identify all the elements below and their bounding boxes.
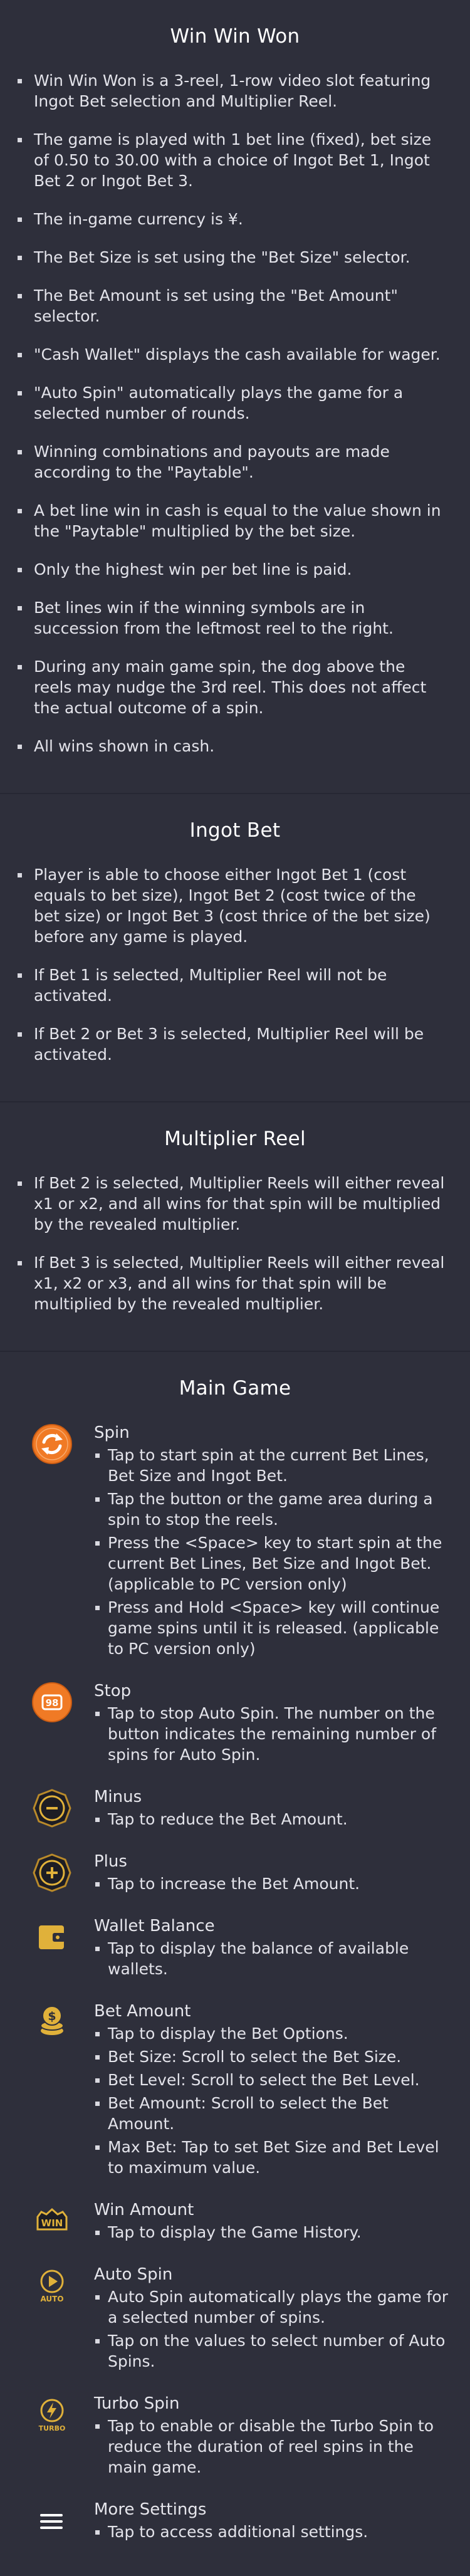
section-title: Multiplier Reel bbox=[164, 1128, 306, 1150]
auto-label: AUTO bbox=[40, 2295, 63, 2303]
rule-item: Win Win Won is a 3-reel, 1-row video slo… bbox=[18, 70, 445, 112]
section-multiplier-reel: Multiplier Reel If Bet 2 is selected, Mu… bbox=[0, 1102, 470, 1352]
control-name: Auto Spin bbox=[94, 2265, 173, 2284]
control-auto-spin: AUTO Auto Spin Auto Spin automatically p… bbox=[0, 2264, 470, 2374]
rule-item: A bet line win in cash is equal to the v… bbox=[18, 500, 445, 542]
rule-item: "Auto Spin" automatically plays the game… bbox=[18, 382, 445, 424]
control-desc: Press the <Space> key to start spin at t… bbox=[95, 1532, 451, 1594]
rules-list: Player is able to choose either Ingot Be… bbox=[0, 864, 470, 1065]
rule-item: During any main game spin, the dog above… bbox=[18, 656, 445, 718]
control-desc: Tap to display the Game History. bbox=[95, 2222, 451, 2243]
svg-text:$: $ bbox=[48, 2009, 56, 2023]
control-desc: Tap the button or the game area during a… bbox=[95, 1489, 451, 1530]
control-stop: 98 Stop Tap to stop Auto Spin. The numbe… bbox=[0, 1680, 470, 1767]
control-desc: Bet Level: Scroll to select the Bet Leve… bbox=[95, 2070, 451, 2090]
control-desc: Tap to display the Bet Options. bbox=[95, 2023, 451, 2044]
control-desc: Tap to stop Auto Spin. The number on the… bbox=[95, 1703, 451, 1765]
rule-item: The Bet Amount is set using the "Bet Amo… bbox=[18, 285, 445, 327]
turbo-icon: TURBO bbox=[31, 2393, 81, 2480]
control-desc: Tap to increase the Bet Amount. bbox=[95, 1873, 451, 1894]
section-ingot-bet: Ingot Bet Player is able to choose eithe… bbox=[0, 794, 470, 1102]
control-name: Plus bbox=[94, 1852, 127, 1871]
control-desc: Bet Amount: Scroll to select the Bet Amo… bbox=[95, 2093, 451, 2134]
control-name: More Settings bbox=[94, 2500, 207, 2519]
control-desc: Bet Size: Scroll to select the Bet Size. bbox=[95, 2046, 451, 2067]
rule-item: The game is played with 1 bet line (fixe… bbox=[18, 129, 445, 191]
section-main-game: Main Game Spin Tap to start spin at the … bbox=[0, 1352, 470, 2576]
rule-item: Only the highest win per bet line is pai… bbox=[18, 559, 445, 580]
control-name: Turbo Spin bbox=[94, 2394, 180, 2413]
control-desc: Tap to display the balance of available … bbox=[95, 1938, 451, 1979]
turbo-label: TURBO bbox=[39, 2424, 66, 2432]
rules-list: If Bet 2 is selected, Multiplier Reels w… bbox=[0, 1173, 470, 1314]
minus-icon bbox=[31, 1786, 81, 1832]
section-title: Main Game bbox=[179, 1377, 291, 1400]
section-win-win-won: Win Win Won Win Win Won is a 3-reel, 1-r… bbox=[0, 0, 470, 794]
control-desc: Max Bet: Tap to set Bet Size and Bet Lev… bbox=[95, 2137, 451, 2178]
control-desc: Tap to access additional settings. bbox=[95, 2521, 451, 2542]
control-name: Win Amount bbox=[94, 2201, 194, 2219]
control-desc: Auto Spin automatically plays the game f… bbox=[95, 2286, 451, 2328]
control-minus: Minus Tap to reduce the Bet Amount. bbox=[0, 1786, 470, 1832]
control-bet-amount: $ Bet Amount Tap to display the Bet Opti… bbox=[0, 2001, 470, 2181]
control-desc: Tap to start spin at the current Bet Lin… bbox=[95, 1445, 451, 1486]
control-turbo-spin: TURBO Turbo Spin Tap to enable or disabl… bbox=[0, 2393, 470, 2480]
spin-icon bbox=[31, 1422, 81, 1662]
stop-icon: 98 bbox=[31, 1680, 81, 1767]
rule-item: Player is able to choose either Ingot Be… bbox=[18, 864, 445, 947]
control-desc: Tap on the values to select number of Au… bbox=[95, 2330, 451, 2372]
coins-icon: $ bbox=[31, 2001, 81, 2181]
rule-item: The in-game currency is ¥. bbox=[18, 209, 445, 229]
control-spin: Spin Tap to start spin at the current Be… bbox=[0, 1422, 470, 1662]
control-name: Stop bbox=[94, 1682, 132, 1700]
stop-count: 98 bbox=[46, 1697, 59, 1709]
rules-list: Win Win Won is a 3-reel, 1-row video slo… bbox=[0, 70, 470, 757]
win-label: WIN bbox=[41, 2217, 63, 2229]
rule-item: The Bet Size is set using the "Bet Size"… bbox=[18, 247, 445, 268]
wallet-icon bbox=[31, 1915, 81, 1982]
rule-item: If Bet 1 is selected, Multiplier Reel wi… bbox=[18, 965, 445, 1006]
control-desc: Tap to reduce the Bet Amount. bbox=[95, 1809, 451, 1830]
auto-spin-icon: AUTO bbox=[31, 2264, 81, 2374]
control-win-amount: WIN Win Amount Tap to display the Game H… bbox=[0, 2199, 470, 2245]
rule-item: If Bet 3 is selected, Multiplier Reels w… bbox=[18, 1254, 445, 1313]
control-name: Wallet Balance bbox=[94, 1917, 215, 1935]
rule-item: "Cash Wallet" displays the cash availabl… bbox=[18, 344, 445, 365]
control-desc: Press and Hold <Space> key will continue… bbox=[95, 1597, 451, 1659]
rule-item: If Bet 2 is selected, Multiplier Reels w… bbox=[18, 1174, 445, 1233]
control-wallet-balance: Wallet Balance Tap to display the balanc… bbox=[0, 1915, 470, 1982]
section-title: Ingot Bet bbox=[189, 819, 281, 842]
control-name: Bet Amount bbox=[94, 2002, 191, 2021]
section-title: Win Win Won bbox=[170, 25, 300, 48]
control-name: Minus bbox=[94, 1788, 142, 1806]
rule-item: All wins shown in cash. bbox=[18, 736, 445, 757]
control-desc: Tap to enable or disable the Turbo Spin … bbox=[95, 2416, 451, 2478]
control-name: Spin bbox=[94, 1423, 130, 1442]
rule-item: Winning combinations and payouts are mad… bbox=[18, 441, 445, 483]
rule-item: If Bet 2 or Bet 3 is selected, Multiplie… bbox=[18, 1024, 445, 1065]
rule-item: Bet lines win if the winning symbols are… bbox=[18, 597, 445, 639]
menu-icon bbox=[31, 2499, 81, 2545]
plus-icon bbox=[31, 1851, 81, 1897]
control-more-settings: More Settings Tap to access additional s… bbox=[0, 2499, 470, 2545]
control-plus: Plus Tap to increase the Bet Amount. bbox=[0, 1851, 470, 1897]
win-icon: WIN bbox=[31, 2199, 81, 2245]
